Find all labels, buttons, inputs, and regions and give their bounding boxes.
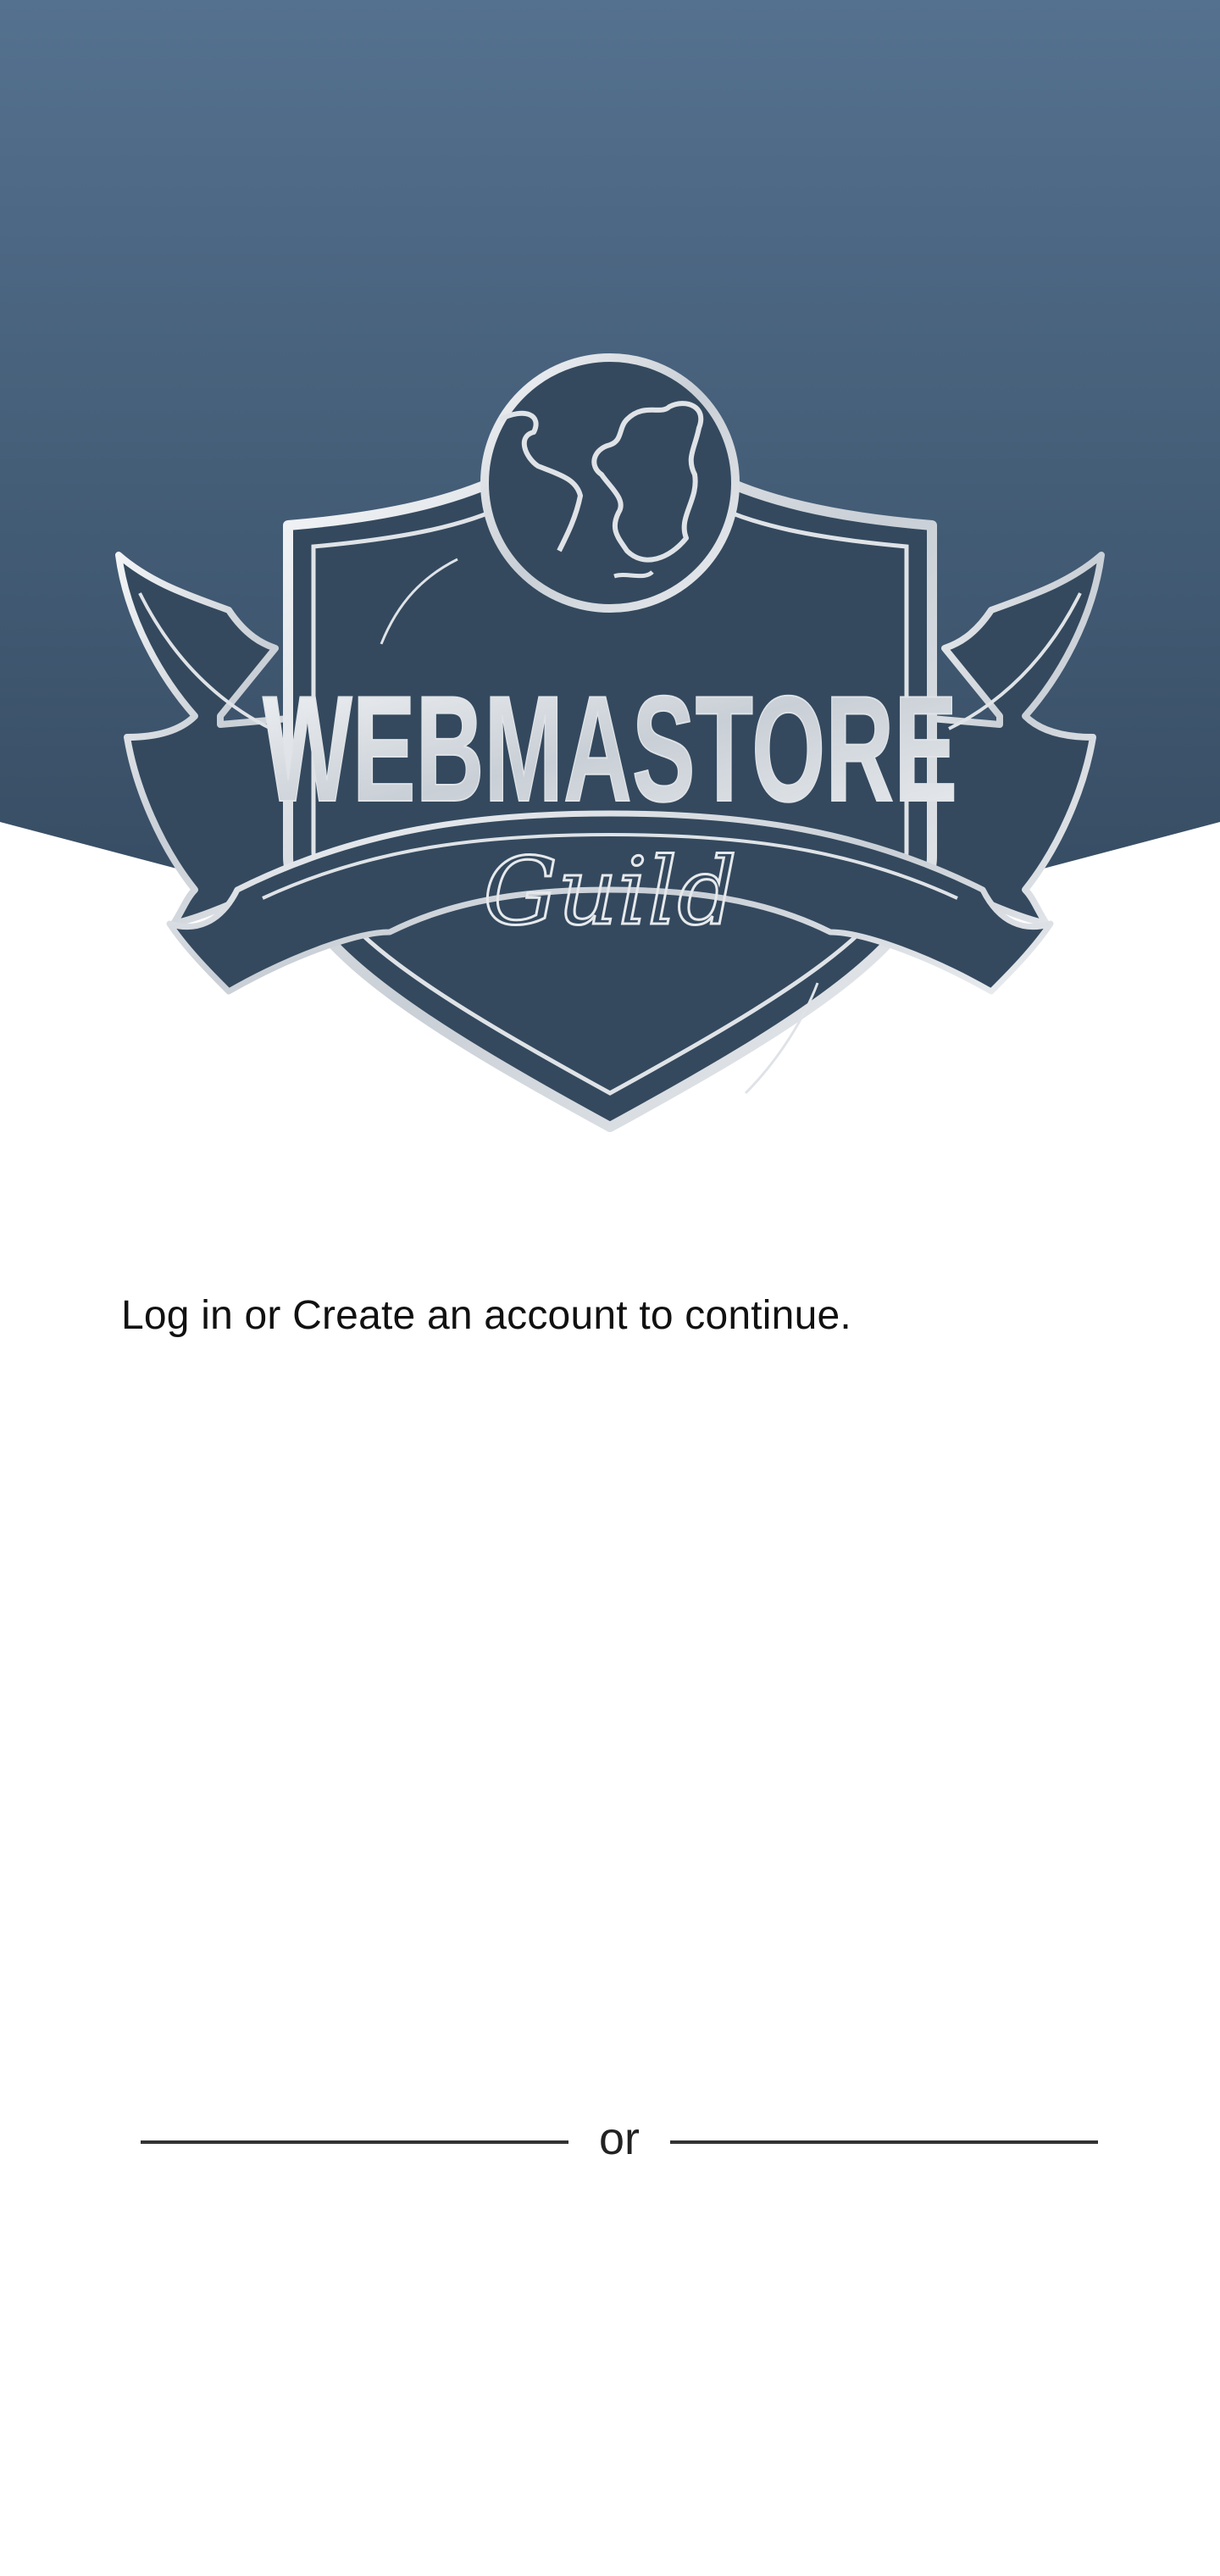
divider-line-right [670,2140,1099,2144]
alternate-options-area [0,2203,1220,2576]
login-screen: WEBMASTORE Guild Log in or Create an acc… [0,0,1220,2576]
divider-line-left [141,2140,568,2144]
divider-label: or [599,2113,640,2164]
login-options-area [0,1390,1220,2085]
logo-brand-name: WEBMASTORE [263,664,957,833]
or-divider: or [141,2101,1099,2183]
logo-subtitle: Guild [483,837,737,946]
globe-icon [480,353,740,613]
auth-prompt-text: Log in or Create an account to continue. [121,1293,851,1338]
webmastore-guild-logo: WEBMASTORE Guild [115,353,1105,1132]
